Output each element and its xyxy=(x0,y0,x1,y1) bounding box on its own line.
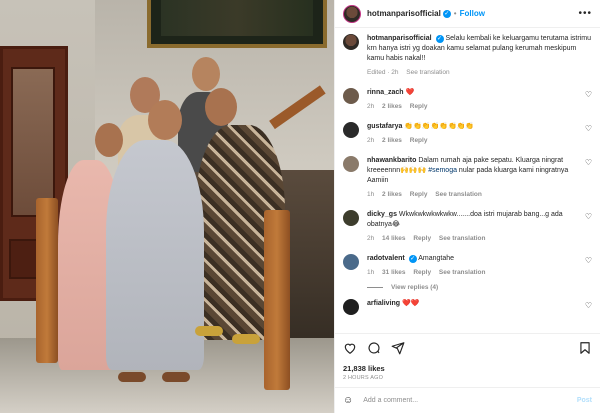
reply-button[interactable]: Reply xyxy=(410,103,428,110)
see-translation-link[interactable]: See translation xyxy=(439,235,486,242)
commenter-avatar[interactable] xyxy=(343,122,359,138)
photo-newel-left xyxy=(36,198,58,363)
see-translation-link[interactable]: See translation xyxy=(439,269,486,276)
post-actions: 21,838 likes 2 HOURS AGO xyxy=(335,333,600,381)
photo-person-grey-suit xyxy=(106,140,204,370)
emoji-icon[interactable]: ☺ xyxy=(343,395,353,406)
comments-feed[interactable]: hotmanparisofficial ✓ Selalu kembali ke … xyxy=(335,28,600,333)
author-username[interactable]: hotmanparisofficial xyxy=(367,9,441,18)
photo-newel-right xyxy=(264,210,290,390)
caption-username[interactable]: hotmanparisofficial xyxy=(367,35,432,42)
comment-like-icon[interactable]: ♡ xyxy=(585,212,592,222)
photo-rail xyxy=(269,85,326,130)
see-translation-link[interactable]: See translation xyxy=(435,191,482,198)
photo-shoe xyxy=(162,372,190,382)
comment-time: 1h xyxy=(367,269,375,276)
caption-avatar[interactable] xyxy=(343,34,359,50)
comment-time: 2h xyxy=(367,103,375,110)
see-translation-link[interactable]: See translation xyxy=(406,69,449,76)
more-options-icon[interactable]: ••• xyxy=(578,8,592,19)
reply-button[interactable]: Reply xyxy=(413,235,431,242)
view-replies-label: View replies (4) xyxy=(391,284,439,291)
follow-button[interactable]: Follow xyxy=(460,9,485,18)
heart-icon[interactable] xyxy=(343,341,357,355)
post-timestamp: 2 HOURS AGO xyxy=(343,375,384,381)
commenter-avatar[interactable] xyxy=(343,254,359,270)
comment-likes[interactable]: 2 likes xyxy=(382,137,402,144)
commenter-avatar[interactable] xyxy=(343,156,359,172)
photo-shoe xyxy=(118,372,146,382)
commenter-avatar[interactable] xyxy=(343,88,359,104)
comment-likes[interactable]: 2 likes xyxy=(382,191,402,198)
comment-item: rinna_zach ❤️ 2h 2 likes Reply ♡ xyxy=(343,88,592,112)
comment-icon[interactable] xyxy=(367,341,381,355)
comment-text: 👏👏👏👏👏👏👏👏 xyxy=(404,123,475,130)
commenter-username[interactable]: rinna_zach xyxy=(367,89,404,96)
post-comment-button[interactable]: Post xyxy=(577,397,592,404)
add-comment-bar: ☺ Add a comment... Post xyxy=(335,387,600,413)
commenter-username[interactable]: nhawankbarito xyxy=(367,157,416,164)
instagram-post: hotmanparisofficial ✓ • Follow ••• hotma… xyxy=(0,0,600,413)
view-replies-button[interactable]: View replies (4) xyxy=(367,284,592,291)
comment-like-icon[interactable]: ♡ xyxy=(585,158,592,168)
comment-time: 2h xyxy=(367,137,375,144)
caption-edited: Edited · 2h xyxy=(367,69,399,76)
photo-painting xyxy=(147,0,327,48)
commenter-username[interactable]: arfialiving xyxy=(367,300,400,307)
comment-text: ❤️❤️ xyxy=(402,300,420,307)
commenter-avatar[interactable] xyxy=(343,210,359,226)
reply-button[interactable]: Reply xyxy=(410,137,428,144)
comment-item: arfialiving ❤️❤️ ♡ xyxy=(343,299,592,315)
separator-dot: • xyxy=(453,9,457,18)
comment-item: radotvalent ✓ Amangtahe 1h 31 likes Repl… xyxy=(343,254,592,278)
comment-item: dicky_gs Wkwkwkwkwkwkw.......doa istri m… xyxy=(343,210,592,244)
comment-input[interactable]: Add a comment... xyxy=(363,397,418,404)
comment-time: 1h xyxy=(367,191,375,198)
post-photo[interactable] xyxy=(0,0,334,413)
comment-like-icon[interactable]: ♡ xyxy=(585,301,592,311)
verified-icon: ✓ xyxy=(408,255,417,263)
commenter-username[interactable]: dicky_gs xyxy=(367,211,397,218)
photo-shoe xyxy=(195,326,223,336)
author-avatar[interactable] xyxy=(343,4,361,23)
post-caption: hotmanparisofficial ✓ Selalu kembali ke … xyxy=(343,34,592,78)
photo-shoe xyxy=(232,334,260,344)
share-icon[interactable] xyxy=(391,341,405,355)
photo-head xyxy=(192,57,220,91)
comment-likes[interactable]: 2 likes xyxy=(382,103,402,110)
verified-icon: ✓ xyxy=(435,35,444,43)
commenter-username[interactable]: radotvalent xyxy=(367,255,405,262)
comment-hashtag[interactable]: #semoga xyxy=(428,167,457,174)
reply-button[interactable]: Reply xyxy=(410,191,428,198)
verified-icon: ✓ xyxy=(442,9,451,18)
save-icon[interactable] xyxy=(578,341,592,355)
comment-likes[interactable]: 14 likes xyxy=(382,235,406,242)
likes-count[interactable]: 21,838 likes xyxy=(343,364,592,373)
reply-button[interactable]: Reply xyxy=(413,269,431,276)
comment-item: gustafarya 👏👏👏👏👏👏👏👏 2h 2 likes Reply ♡ xyxy=(343,122,592,146)
comment-like-icon[interactable]: ♡ xyxy=(585,256,592,266)
photo-head xyxy=(205,88,237,126)
comment-likes[interactable]: 31 likes xyxy=(382,269,406,276)
comment-time: 2h xyxy=(367,235,375,242)
comment-like-icon[interactable]: ♡ xyxy=(585,124,592,134)
comment-like-icon[interactable]: ♡ xyxy=(585,90,592,100)
post-header: hotmanparisofficial ✓ • Follow ••• xyxy=(335,0,600,28)
commenter-username[interactable]: gustafarya xyxy=(367,123,402,130)
comment-item: nhawankbarito Dalam rumah aja pake sepat… xyxy=(343,156,592,200)
photo-head xyxy=(148,100,182,140)
comment-text: Wkwkwkwkwkwkw.......doa istri mujarab ba… xyxy=(367,211,563,228)
comment-text: ❤️ xyxy=(405,89,415,96)
commenter-avatar[interactable] xyxy=(343,299,359,315)
comment-text: Amangtahe xyxy=(418,255,455,262)
photo-head xyxy=(95,123,123,157)
post-side-panel: hotmanparisofficial ✓ • Follow ••• hotma… xyxy=(334,0,600,413)
